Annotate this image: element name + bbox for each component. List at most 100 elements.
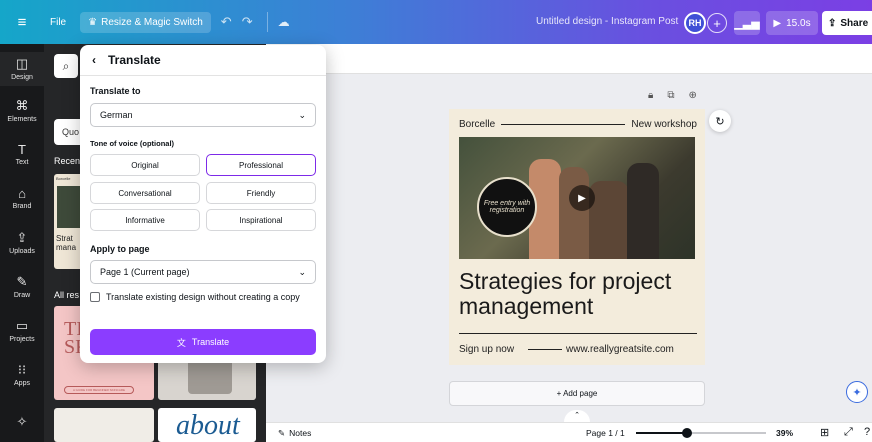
share-label: Share — [840, 17, 869, 29]
tone-conversational[interactable]: Conversational — [90, 182, 200, 204]
search-icon[interactable]: ⌕ — [54, 54, 78, 78]
rail-item-uploads[interactable]: ⇪ Uploads — [0, 230, 44, 255]
resize-button[interactable]: ♛ Resize & Magic Switch — [80, 11, 211, 33]
add-collaborator-icon[interactable]: + — [707, 13, 727, 33]
help-icon[interactable]: ? — [864, 426, 870, 438]
duplicate-icon[interactable]: ⧉ — [667, 90, 674, 101]
language-select[interactable]: German ⌄ — [90, 103, 316, 127]
draw-icon: ✎ — [16, 274, 28, 289]
side-rail: ◫ Design ⌘ Elements T Text ⌂ Brand ⇪ Uploads … — [0, 44, 44, 442]
add-page-icon[interactable]: ⊕ — [688, 90, 696, 101]
resize-label: Resize & Magic Switch — [101, 16, 203, 28]
design-page[interactable]: Borcelle New workshop Free entry with re… — [449, 109, 705, 365]
rail-item-magic[interactable]: ✧ — [0, 414, 44, 432]
language-value: German — [100, 110, 133, 120]
refresh-icon[interactable]: ↻ — [709, 110, 731, 132]
tone-original[interactable]: Original — [90, 154, 200, 176]
design-url: www.reallygreatsite.com — [566, 344, 674, 355]
lock-icon[interactable]: 🔒︎ — [648, 90, 653, 101]
rail-item-draw[interactable]: ✎ Draw — [0, 274, 44, 299]
chevron-up-icon[interactable]: ⌃ — [564, 410, 590, 422]
zoom-fill — [636, 432, 687, 434]
person-image — [627, 163, 659, 259]
upload-icon: ⇪ — [16, 230, 28, 245]
rail-item-elements[interactable]: ⌘ Elements — [0, 98, 44, 123]
tone-professional[interactable]: Professional — [206, 154, 316, 176]
page-indicator[interactable]: Page 1 / 1 — [586, 428, 625, 438]
zoom-level[interactable]: 39% — [776, 428, 793, 438]
design-footer[interactable]: Sign up now www.reallygreatsite.com — [459, 344, 697, 355]
checkbox[interactable] — [90, 292, 100, 302]
checkbox-label: Translate existing design without creati… — [106, 292, 300, 302]
tone-label: Tone of voice (optional) — [90, 139, 175, 148]
play-icon[interactable]: ▶ — [569, 185, 595, 211]
text-icon: T — [18, 142, 26, 157]
undo-icon[interactable]: ↶ — [221, 14, 232, 30]
tone-informative[interactable]: Informative — [90, 209, 200, 231]
magic-icon: ✧ — [16, 414, 28, 429]
play-icon: ▶ — [773, 17, 782, 29]
share-button[interactable]: ⇪ Share — [822, 11, 872, 35]
tone-friendly[interactable]: Friendly — [206, 182, 316, 204]
rail-label: Apps — [14, 380, 30, 387]
zoom-knob[interactable] — [681, 428, 692, 438]
canvas-toolbar — [266, 44, 872, 74]
translate-title: Translate — [108, 53, 161, 67]
back-icon[interactable]: ‹ — [92, 53, 96, 67]
design-signup: Sign up now — [459, 344, 515, 355]
design-photo[interactable]: Free entry with registration ▶ — [459, 137, 695, 259]
translate-icon: 文 — [176, 337, 186, 348]
menu-icon[interactable]: ≡ — [0, 14, 44, 31]
person-image — [559, 167, 589, 259]
copy-checkbox-row[interactable]: Translate existing design without creati… — [90, 292, 300, 302]
translate-panel: ‹ Translate Translate to German ⌄ Tone o… — [80, 45, 326, 363]
page-select[interactable]: Page 1 (Current page) ⌄ — [90, 260, 316, 284]
document-title[interactable]: Untitled design - Instagram Post — [536, 16, 678, 27]
recent-heading: Recen — [54, 156, 81, 166]
rail-item-projects[interactable]: ▭ Projects — [0, 318, 44, 343]
redo-icon[interactable]: ↷ — [242, 14, 253, 30]
thumb-pill: A GUIDE FOR BEGINNER SKINCARE — [64, 386, 134, 394]
fullscreen-icon[interactable]: ⤢ — [844, 426, 853, 439]
rail-item-design[interactable]: ◫ Design — [0, 52, 44, 86]
design-icon: ◫ — [15, 56, 29, 71]
avatar[interactable]: RH — [684, 12, 706, 34]
magic-assistant-icon[interactable]: ✦ — [846, 381, 868, 403]
translate-to-label: Translate to — [90, 86, 141, 96]
file-menu[interactable]: File — [50, 17, 66, 28]
rail-item-brand[interactable]: ⌂ Brand — [0, 186, 44, 210]
play-time: 15.0s — [786, 17, 811, 29]
translate-header: ‹ Translate — [92, 53, 161, 67]
design-headline[interactable]: Strategies for project management — [459, 269, 699, 319]
add-page-button[interactable]: + Add page — [449, 381, 705, 406]
translate-button[interactable]: 文 Translate — [90, 329, 316, 355]
chevron-down-icon: ⌄ — [298, 266, 306, 277]
notes-icon: ✎ — [278, 428, 286, 438]
present-button[interactable]: ▶ 15.0s — [766, 11, 818, 35]
rail-item-apps[interactable]: ⁝⁝ Apps — [0, 362, 44, 387]
template-thumb[interactable] — [54, 408, 154, 442]
design-header[interactable]: Borcelle New workshop — [459, 119, 697, 130]
chevron-down-icon: ⌄ — [298, 109, 306, 120]
top-bar: ≡ File ♛ Resize & Magic Switch ↶ ↷ ☁ Unt… — [0, 0, 872, 44]
footer-bar: ✎ Notes Page 1 / 1 39% ⊞ ⤢ ? — [266, 422, 872, 442]
notes-label: Notes — [289, 428, 312, 438]
template-thumb[interactable]: about — [158, 408, 256, 442]
brand-icon: ⌂ — [18, 186, 26, 201]
divider — [266, 12, 268, 32]
apply-page-label: Apply to page — [90, 244, 150, 254]
divider — [80, 75, 326, 76]
person-image — [589, 181, 629, 259]
cloud-save-icon[interactable]: ☁ — [278, 15, 290, 29]
crown-icon: ♛ — [88, 16, 98, 28]
notes-button[interactable]: ✎ Notes — [278, 428, 311, 439]
zoom-slider[interactable] — [636, 428, 766, 438]
analytics-icon[interactable]: ▁▃▅ — [734, 11, 760, 35]
rail-label: Draw — [13, 292, 31, 299]
page-value: Page 1 (Current page) — [100, 267, 190, 277]
rail-item-text[interactable]: T Text — [0, 142, 44, 166]
design-brand: Borcelle — [459, 119, 496, 130]
grid-view-icon[interactable]: ⊞ — [820, 426, 829, 439]
tone-inspirational[interactable]: Inspirational — [206, 209, 316, 231]
share-icon: ⇪ — [828, 17, 837, 29]
